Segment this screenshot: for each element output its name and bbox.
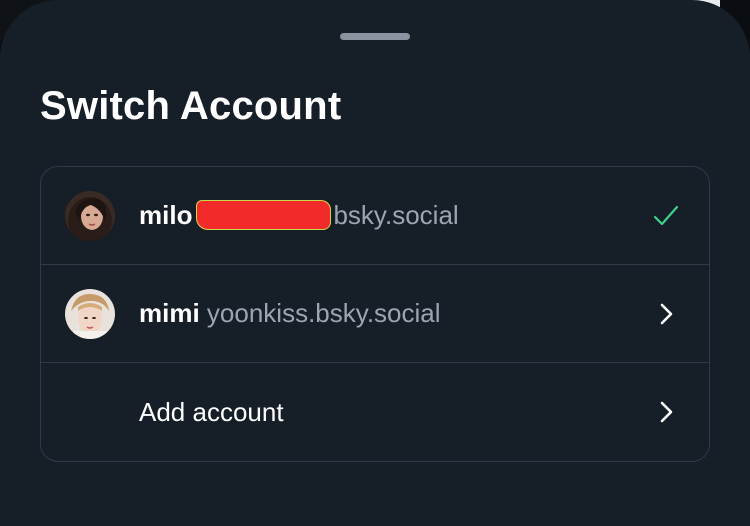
account-list: milo bsky.social mimi yoonkiss.bsky.soci… xyxy=(40,166,710,462)
account-name: mimi yoonkiss.bsky.social xyxy=(139,298,441,329)
account-display-name: milo xyxy=(139,200,193,230)
chevron-right-icon xyxy=(653,399,679,425)
chevron-right-icon xyxy=(653,301,679,327)
account-row-mimi[interactable]: mimi yoonkiss.bsky.social xyxy=(41,265,709,363)
sheet-title: Switch Account xyxy=(40,84,342,128)
account-handle: yoonkiss.bsky.social xyxy=(206,298,441,328)
check-icon xyxy=(653,203,679,229)
account-display-name: mimi xyxy=(139,298,200,328)
add-account-label: Add account xyxy=(139,396,284,427)
account-handle-suffix: bsky.social xyxy=(333,200,459,230)
account-row-milo[interactable]: milo bsky.social xyxy=(41,167,709,265)
avatar xyxy=(65,288,115,339)
account-name: milo bsky.social xyxy=(139,200,459,231)
sheet-drag-handle[interactable] xyxy=(340,33,410,40)
avatar xyxy=(65,190,115,241)
add-account-row[interactable]: Add account xyxy=(41,363,709,461)
switch-account-sheet: Switch Account milo bsky.social mimi yoo… xyxy=(0,0,750,526)
redaction-mark xyxy=(196,200,332,230)
